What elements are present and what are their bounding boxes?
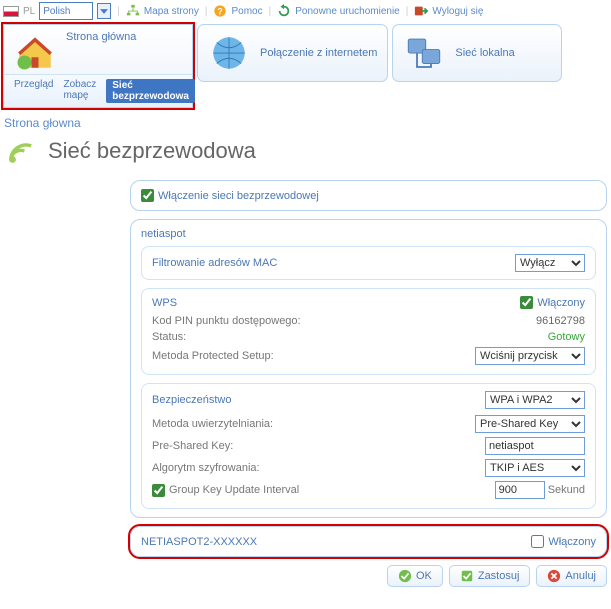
gku-unit: Sekund bbox=[548, 484, 585, 496]
lan-icon bbox=[403, 32, 445, 74]
enable-wifi-label: Włączenie sieci bezprzewodowej bbox=[158, 190, 319, 202]
gku-checkbox[interactable] bbox=[152, 484, 165, 497]
ok-icon bbox=[398, 569, 412, 583]
wps-status-label: Status: bbox=[152, 331, 186, 343]
help-icon: ? bbox=[213, 4, 227, 18]
apply-button[interactable]: Zastosuj bbox=[449, 565, 531, 587]
cancel-button[interactable]: Anuluj bbox=[536, 565, 607, 587]
gku-wrap[interactable]: Group Key Update Interval bbox=[152, 484, 299, 497]
sitemap-link[interactable]: Mapa strony bbox=[144, 6, 199, 17]
ok-button[interactable]: OK bbox=[387, 565, 443, 587]
breadcrumb: Strona głowna bbox=[0, 110, 611, 130]
cancel-icon bbox=[547, 569, 561, 583]
nav-tab-internet-label: Połączenie z internetem bbox=[260, 47, 377, 59]
logout-icon bbox=[414, 4, 428, 18]
restart-icon bbox=[277, 4, 291, 18]
ssid2-enabled-checkbox[interactable] bbox=[531, 535, 544, 548]
wifi-icon bbox=[4, 134, 38, 168]
wps-pin-value: 96162798 bbox=[536, 315, 585, 327]
subtab-overview[interactable]: Przegląd bbox=[14, 79, 53, 103]
enable-wifi-checkbox-wrap[interactable]: Włączenie sieci bezprzewodowej bbox=[141, 189, 319, 202]
ssid2-panel: NETIASPOT2-XXXXXX Włączony bbox=[130, 526, 607, 557]
wps-status-value: Gotowy bbox=[548, 331, 585, 343]
button-bar: OK Zastosuj Anuluj bbox=[0, 557, 611, 591]
nav-tab-internet[interactable]: Połączenie z internetem bbox=[197, 24, 388, 82]
ssid1-name: netiaspot bbox=[141, 228, 596, 240]
subtab-map[interactable]: Zobacz mapę bbox=[63, 79, 96, 103]
psk-label: Pre-Shared Key: bbox=[152, 440, 233, 452]
logout-link[interactable]: Wyloguj się bbox=[432, 6, 483, 17]
top-bar: PL Polish | Mapa strony | ? Pomoc | Pono… bbox=[0, 0, 611, 22]
gku-label: Group Key Update Interval bbox=[169, 484, 299, 496]
page-header: Sieć bezprzewodowa bbox=[0, 130, 611, 180]
ssid1-panel: netiaspot Filtrowanie adresów MAC Wyłącz… bbox=[130, 219, 607, 518]
wps-enabled-checkbox[interactable] bbox=[520, 296, 533, 309]
flag-icon bbox=[3, 6, 19, 17]
nav-tab-lan-label: Sieć lokalna bbox=[455, 47, 551, 59]
sitemap-icon bbox=[126, 4, 140, 18]
nav-tab-lan[interactable]: Sieć lokalna bbox=[392, 24, 562, 82]
gku-input[interactable] bbox=[495, 481, 545, 499]
enc-label: Algorytm szyfrowania: bbox=[152, 462, 260, 474]
page-title: Sieć bezprzewodowa bbox=[48, 138, 256, 164]
wps-enabled-label: Włączony bbox=[537, 297, 585, 309]
svg-text:?: ? bbox=[218, 7, 223, 17]
nav-tab-home[interactable]: Strona główna Przegląd Zobacz mapę Sieć … bbox=[3, 24, 193, 108]
ssid2-name: NETIASPOT2-XXXXXX bbox=[141, 536, 257, 548]
security-mode-select[interactable]: WPA i WPA2 bbox=[485, 391, 585, 409]
language-select[interactable]: Polish bbox=[39, 2, 93, 20]
mac-filter-select[interactable]: Wyłącz bbox=[515, 254, 585, 272]
enc-select[interactable]: TKIP i AES bbox=[485, 459, 585, 477]
home-icon bbox=[14, 31, 56, 73]
restart-link[interactable]: Ponowne uruchomienie bbox=[295, 6, 400, 17]
language-dropdown-button[interactable] bbox=[97, 3, 111, 19]
wps-section: WPS Włączony Kod PIN punktu dostępowego:… bbox=[141, 288, 596, 375]
auth-label: Metoda uwierzytelniania: bbox=[152, 418, 273, 430]
wps-label: WPS bbox=[152, 297, 177, 309]
nav-tab-home-label: Strona główna bbox=[66, 31, 182, 43]
ssid2-enabled-wrap[interactable]: Włączony bbox=[531, 535, 596, 548]
enable-wifi-panel: Włączenie sieci bezprzewodowej bbox=[130, 180, 607, 211]
enable-wifi-checkbox[interactable] bbox=[141, 189, 154, 202]
main-nav: Strona główna Przegląd Zobacz mapę Sieć … bbox=[0, 22, 611, 110]
home-subtabs: Przegląd Zobacz mapę Sieć bezprzewodowa bbox=[4, 74, 192, 107]
subtab-wireless[interactable]: Sieć bezprzewodowa bbox=[106, 79, 195, 103]
wps-enabled-wrap[interactable]: Włączony bbox=[520, 296, 585, 309]
wps-pin-label: Kod PIN punktu dostępowego: bbox=[152, 315, 301, 327]
mac-filter-label: Filtrowanie adresów MAC bbox=[152, 257, 277, 269]
mac-filter-section: Filtrowanie adresów MAC Wyłącz bbox=[141, 246, 596, 280]
globe-icon bbox=[208, 32, 250, 74]
ssid2-enabled-label: Włączony bbox=[548, 536, 596, 548]
help-link[interactable]: Pomoc bbox=[231, 6, 262, 17]
wps-method-select[interactable]: Wciśnij przycisk bbox=[475, 347, 585, 365]
wps-method-label: Metoda Protected Setup: bbox=[152, 350, 274, 362]
security-label: Bezpieczeństwo bbox=[152, 394, 232, 406]
auth-select[interactable]: Pre-Shared Key bbox=[475, 415, 585, 433]
apply-icon bbox=[460, 569, 474, 583]
security-section: Bezpieczeństwo WPA i WPA2 Metoda uwierzy… bbox=[141, 383, 596, 509]
psk-input[interactable] bbox=[485, 437, 585, 455]
